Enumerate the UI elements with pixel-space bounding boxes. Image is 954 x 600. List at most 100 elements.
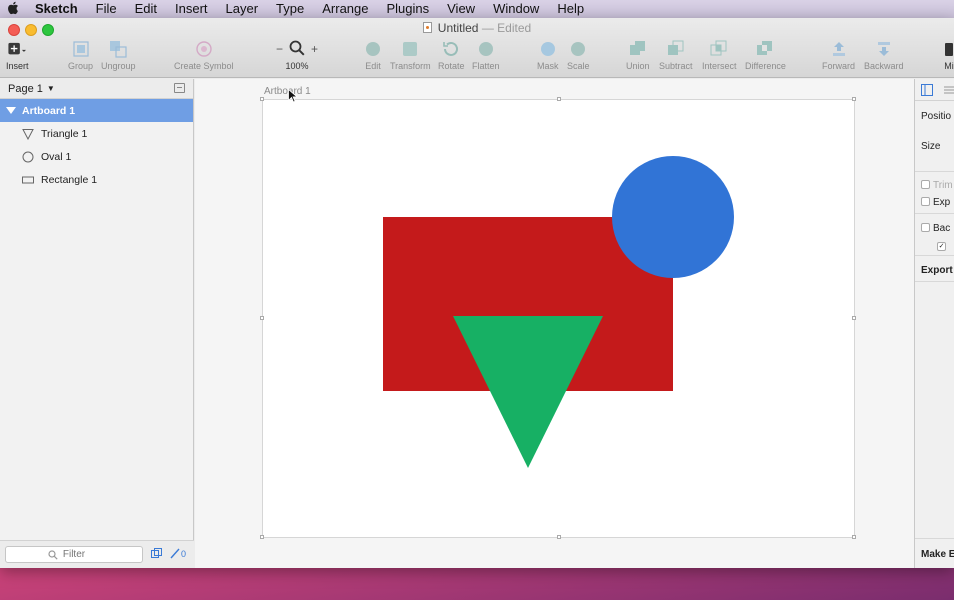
menu-help[interactable]: Help (548, 0, 593, 18)
group-button[interactable]: Group (68, 40, 93, 71)
transform-label: Transform (390, 61, 431, 71)
resize-handle[interactable] (260, 535, 264, 539)
create-symbol-label: Create Symbol (174, 61, 234, 71)
menu-type[interactable]: Type (267, 0, 313, 18)
artboard[interactable] (260, 97, 856, 539)
sketch-window: Untitled — Edited Insert Group Ungroup C… (0, 18, 954, 568)
menu-insert[interactable]: Insert (166, 0, 217, 18)
checkbox-icon (921, 197, 930, 206)
insert-icon (8, 40, 27, 58)
scale-label: Scale (567, 61, 590, 71)
exp-label: Exp (933, 197, 951, 208)
mask-icon (539, 40, 557, 58)
resize-handle[interactable] (852, 316, 856, 320)
bac-label: Bac (933, 223, 951, 234)
difference-icon (756, 40, 774, 58)
page-selector[interactable]: Page 1 ▼ (0, 79, 193, 99)
inspector-panel: Positio Size Trim Exp Bac ✓ Export Make … (914, 79, 954, 568)
zoom-out-button[interactable]: − (276, 42, 283, 56)
rotate-button[interactable]: Rotate (438, 40, 465, 71)
subtract-icon (667, 40, 685, 58)
mirror-button[interactable]: Mi (940, 40, 954, 71)
difference-button[interactable]: Difference (745, 40, 786, 71)
artboards-filter-icon[interactable] (151, 548, 162, 562)
transform-button[interactable]: Transform (390, 40, 431, 71)
forward-label: Forward (822, 61, 856, 71)
backward-button[interactable]: Backward (864, 40, 904, 71)
flatten-label: Flatten (472, 61, 500, 71)
divider (915, 171, 954, 172)
zoom-magnifier-icon[interactable] (289, 40, 305, 59)
window-title: Untitled — Edited (0, 21, 954, 35)
menu-arrange[interactable]: Arrange (313, 0, 377, 18)
disclosure-triangle-icon[interactable] (6, 107, 16, 114)
inspector-tab-icon[interactable] (921, 84, 933, 99)
triangle-1-shape[interactable] (453, 316, 603, 468)
ungroup-label: Ungroup (101, 61, 136, 71)
menu-app-sketch[interactable]: Sketch (26, 0, 87, 18)
resize-handle[interactable] (852, 97, 856, 101)
menu-window[interactable]: Window (484, 0, 548, 18)
scale-button[interactable]: Scale (567, 40, 590, 71)
export-heading: Export (921, 265, 953, 276)
trim-label: Trim (933, 180, 953, 191)
subtract-button[interactable]: Subtract (659, 40, 693, 71)
filter-input[interactable] (5, 546, 143, 563)
checkbox-icon (921, 180, 930, 189)
zoom-control: − + 100% (276, 40, 318, 71)
background-checkbox[interactable]: Bac (921, 223, 950, 234)
backward-icon (875, 40, 893, 58)
add-page-icon[interactable] (174, 83, 185, 93)
intersect-button[interactable]: Intersect (702, 40, 737, 71)
mirror-icon (940, 40, 954, 58)
page-name: Page 1 (8, 82, 43, 95)
resize-handle[interactable] (557, 97, 561, 101)
apple-menu-icon[interactable] (0, 1, 26, 18)
ungroup-button[interactable]: Ungroup (101, 40, 136, 71)
resize-handle[interactable] (260, 97, 264, 101)
layer-artboard-1[interactable]: Artboard 1 (0, 99, 193, 122)
flatten-button[interactable]: Flatten (472, 40, 500, 71)
flatten-icon (477, 40, 495, 58)
menu-plugins[interactable]: Plugins (377, 0, 438, 18)
mirror-label: Mi (944, 61, 954, 71)
include-checkbox[interactable]: ✓ (937, 239, 949, 251)
resize-handle[interactable] (557, 535, 561, 539)
oval-1-shape[interactable] (612, 156, 734, 278)
artboard-shapes (383, 156, 734, 468)
divider (915, 538, 954, 539)
create-symbol-button[interactable]: Create Symbol (174, 40, 234, 71)
layer-oval-1[interactable]: Oval 1 (0, 145, 193, 168)
layer-rectangle-1[interactable]: Rectangle 1 (0, 168, 193, 191)
mask-button[interactable]: Mask (537, 40, 559, 71)
slices-count: 0 (181, 549, 187, 559)
edit-button[interactable]: Edit (364, 40, 382, 71)
menu-file[interactable]: File (87, 0, 126, 18)
zoom-level: 100% (285, 61, 309, 71)
resize-handle[interactable] (852, 535, 856, 539)
menu-edit[interactable]: Edit (126, 0, 166, 18)
exp-checkbox[interactable]: Exp (921, 197, 950, 208)
inspector-tabs (915, 79, 954, 101)
slices-filter-icon[interactable] (170, 548, 180, 562)
make-exportable-button[interactable]: Make E (921, 549, 954, 560)
inspector-tab-2-icon[interactable] (943, 84, 954, 99)
intersect-icon (710, 40, 728, 58)
canvas[interactable]: Artboard 1 (195, 79, 914, 568)
menu-layer[interactable]: Layer (217, 0, 268, 18)
filter-bar: 0 (0, 540, 194, 568)
layer-triangle-1[interactable]: Triangle 1 (0, 122, 193, 145)
size-label: Size (921, 141, 941, 152)
trim-checkbox[interactable]: Trim (921, 180, 953, 191)
difference-label: Difference (745, 61, 786, 71)
forward-button[interactable]: Forward (822, 40, 855, 71)
divider (915, 281, 954, 282)
union-button[interactable]: Union (626, 40, 650, 71)
position-label: Positio (921, 111, 952, 122)
symbol-icon (195, 40, 213, 58)
chevron-down-icon: ▼ (46, 84, 55, 93)
resize-handle[interactable] (260, 316, 264, 320)
menu-view[interactable]: View (438, 0, 484, 18)
insert-button[interactable]: Insert (6, 40, 29, 71)
zoom-in-button[interactable]: + (311, 42, 318, 56)
